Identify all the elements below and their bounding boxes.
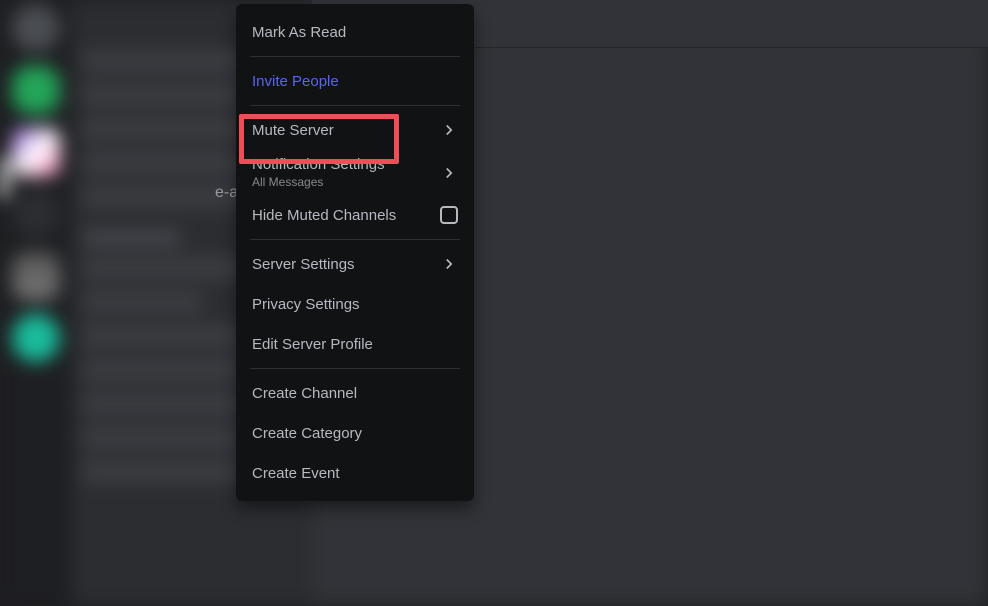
menu-label: Create Category — [252, 425, 362, 442]
chevron-right-icon — [440, 121, 458, 139]
server-avatar-4[interactable] — [12, 252, 60, 300]
menu-label: Edit Server Profile — [252, 336, 373, 353]
server-avatar-1[interactable] — [12, 66, 60, 114]
menu-label: Mark As Read — [252, 24, 346, 41]
menu-label: Server Settings — [252, 256, 355, 273]
menu-label: Notification Settings — [252, 156, 385, 173]
channel-item[interactable] — [82, 427, 258, 449]
menu-server-settings[interactable]: Server Settings — [244, 244, 466, 284]
channel-category[interactable] — [82, 230, 181, 245]
menu-sublabel: All Messages — [252, 175, 385, 189]
menu-create-channel[interactable]: Create Channel — [244, 373, 466, 413]
menu-separator — [250, 368, 460, 369]
menu-label: Invite People — [252, 73, 339, 90]
menu-label: Privacy Settings — [252, 296, 360, 313]
menu-mute-server[interactable]: Mute Server — [244, 110, 466, 150]
menu-privacy-settings[interactable]: Privacy Settings — [244, 284, 466, 324]
menu-separator — [250, 239, 460, 240]
menu-mark-as-read[interactable]: Mark As Read — [244, 12, 466, 52]
channel-item[interactable] — [82, 84, 258, 106]
menu-label: Mute Server — [252, 122, 334, 139]
server-context-menu: Mark As Read Invite People Mute Server N… — [236, 4, 474, 501]
checkbox-icon — [440, 206, 458, 224]
menu-label: Create Channel — [252, 385, 357, 402]
menu-create-event[interactable]: Create Event — [244, 453, 466, 493]
active-server-indicator — [0, 158, 8, 198]
server-avatar-5[interactable] — [12, 314, 60, 362]
server-rail — [0, 0, 72, 606]
menu-separator — [250, 105, 460, 106]
menu-invite-people[interactable]: Invite People — [244, 61, 466, 101]
chevron-right-icon — [440, 255, 458, 273]
menu-label: Hide Muted Channels — [252, 207, 396, 224]
channel-item[interactable] — [82, 257, 258, 279]
channel-item[interactable] — [82, 359, 258, 381]
menu-notification-settings[interactable]: Notification Settings All Messages — [244, 150, 466, 195]
menu-separator — [250, 56, 460, 57]
chevron-right-icon — [440, 164, 458, 182]
channel-item[interactable] — [82, 291, 203, 313]
background-layer — [0, 0, 988, 606]
menu-hide-muted-channels[interactable]: Hide Muted Channels — [244, 195, 466, 235]
menu-label: Create Event — [252, 465, 340, 482]
dm-avatar[interactable] — [12, 4, 60, 52]
server-avatar-2[interactable] — [12, 128, 60, 176]
menu-edit-server-profile[interactable]: Edit Server Profile — [244, 324, 466, 364]
menu-create-category[interactable]: Create Category — [244, 413, 466, 453]
server-avatar-3[interactable] — [12, 190, 60, 238]
